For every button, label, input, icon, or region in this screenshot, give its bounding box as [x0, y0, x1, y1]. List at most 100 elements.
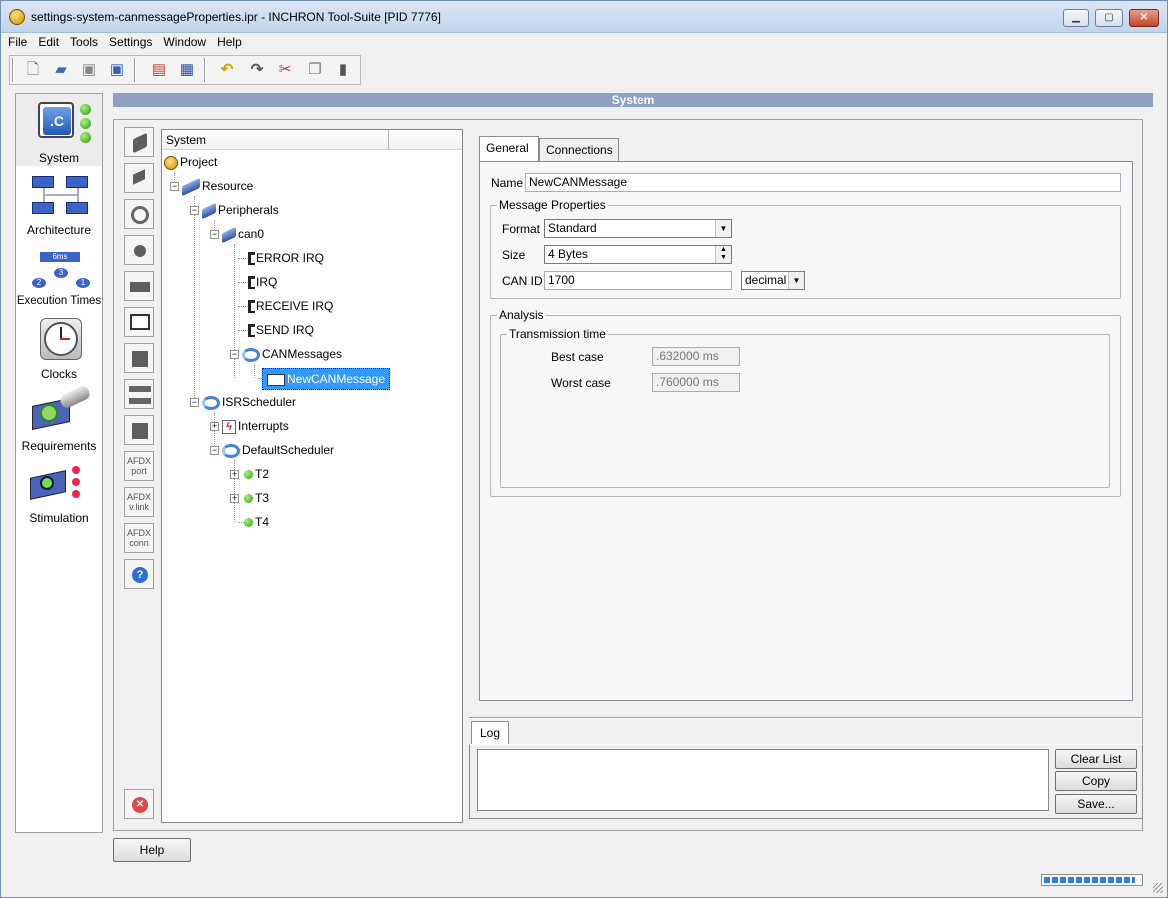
add-resource-button[interactable] — [124, 127, 154, 157]
tab-general[interactable]: General — [479, 136, 539, 162]
add-afdx-vlink-button[interactable]: AFDX v.link — [124, 487, 154, 517]
menu-tools[interactable]: Tools — [66, 33, 102, 51]
canid-field[interactable]: 1700 — [544, 271, 732, 290]
save-log-button[interactable]: Save... — [1055, 794, 1137, 814]
expander-peripherals[interactable]: − — [190, 206, 199, 215]
help-button[interactable]: Help — [113, 838, 191, 862]
tree-header: System — [162, 130, 462, 150]
tree-node-label: NewCANMessage — [287, 372, 386, 386]
undo-icon[interactable]: ↶ — [216, 59, 238, 81]
expander-resource[interactable]: − — [170, 182, 179, 191]
report-icon[interactable]: ▤ — [148, 59, 170, 81]
analysis-title: Analysis — [497, 308, 546, 322]
afdx-vlink-line2: v.link — [129, 502, 149, 512]
size-spinbox[interactable]: 4 Bytes ▲ ▼ — [544, 245, 732, 264]
memory-icon — [130, 282, 150, 292]
save-as-icon[interactable]: ▣ — [106, 59, 128, 81]
nav-execution-times[interactable]: 6ms 3 2 1 Execution Times — [16, 240, 102, 312]
tree-node-receive-irq[interactable]: RECEIVE IRQ — [248, 296, 333, 316]
format-select[interactable]: Standard ▼ — [544, 219, 732, 238]
name-field[interactable]: NewCANMessage — [525, 173, 1121, 192]
paste-icon[interactable]: ▮ — [332, 59, 354, 81]
nav-architecture[interactable]: Architecture — [16, 168, 102, 240]
tree-node-error-irq[interactable]: ERROR IRQ — [248, 248, 324, 268]
project-icon — [164, 155, 178, 170]
add-block-button[interactable] — [124, 343, 154, 373]
clear-list-button[interactable]: Clear List — [1055, 749, 1137, 769]
nav-system[interactable]: .C System — [16, 94, 102, 166]
add-peripheral-button[interactable] — [124, 163, 154, 193]
block-icon — [132, 351, 148, 367]
add-network-button[interactable] — [124, 379, 154, 409]
menu-file[interactable]: File — [4, 33, 31, 51]
resource-icon — [182, 177, 200, 197]
tree-node-isrscheduler[interactable]: ISRScheduler — [202, 392, 296, 412]
splitter[interactable] — [469, 717, 1143, 719]
menu-bar: File Edit Tools Settings Window Help — [1, 33, 1167, 53]
add-afdx-conn-button[interactable]: AFDX conn — [124, 523, 154, 553]
nav-requirements[interactable]: Requirements — [16, 384, 102, 456]
worst-case-field: .760000 ms — [652, 373, 740, 392]
expander-can0[interactable]: − — [210, 230, 219, 239]
nav-stimulation[interactable]: Stimulation — [16, 456, 102, 528]
tree-node-project[interactable]: Project — [164, 152, 217, 172]
tree-node-can0[interactable]: can0 — [222, 224, 264, 244]
nav-clocks[interactable]: Clocks — [16, 312, 102, 384]
new-file-icon[interactable]: 🗋 — [22, 59, 44, 81]
cut-icon[interactable]: ✂ — [274, 59, 296, 81]
close-button[interactable]: ✕ — [1129, 9, 1159, 27]
redo-icon[interactable]: ↷ — [246, 59, 268, 81]
menu-edit[interactable]: Edit — [34, 33, 63, 51]
open-folder-icon[interactable]: ▰ — [50, 59, 72, 81]
tree-node-irq[interactable]: IRQ — [248, 272, 277, 292]
add-task-button[interactable] — [124, 235, 154, 265]
exec-node: 2 — [32, 278, 46, 288]
tree-node-peripherals[interactable]: Peripherals — [202, 200, 279, 220]
tab-connections[interactable]: Connections — [539, 138, 619, 162]
expander-t2[interactable]: + — [230, 470, 239, 479]
tree-node-t4[interactable]: T4 — [244, 512, 269, 532]
tree-node-defaultscheduler[interactable]: DefaultScheduler — [222, 440, 334, 460]
peripheral-icon — [202, 202, 216, 220]
add-switch-button[interactable] — [124, 415, 154, 445]
save-icon[interactable]: ▣ — [78, 59, 100, 81]
maximize-button[interactable]: ▢ — [1095, 9, 1123, 27]
message-properties-title: Message Properties — [497, 198, 608, 212]
tree-node-t3[interactable]: T3 — [244, 488, 269, 508]
minimize-button[interactable]: ▁ — [1063, 9, 1089, 27]
copy-log-button[interactable]: Copy — [1055, 771, 1137, 791]
canid-base-value: decimal — [745, 273, 787, 287]
canid-base-select[interactable]: decimal ▼ — [741, 271, 805, 290]
menu-window[interactable]: Window — [159, 33, 210, 51]
tree-node-canmessages[interactable]: CANMessages — [242, 344, 342, 364]
resize-grip[interactable] — [1153, 883, 1163, 893]
add-afdx-port-button[interactable]: AFDX port — [124, 451, 154, 481]
tab-log[interactable]: Log — [471, 721, 510, 745]
tree-header-divider[interactable] — [388, 130, 389, 150]
copy-icon[interactable]: ❐ — [304, 59, 326, 81]
expander-isrscheduler[interactable]: − — [190, 398, 199, 407]
expander-t3[interactable]: + — [230, 494, 239, 503]
add-message-button[interactable] — [124, 307, 154, 337]
window-title: settings-system-canmessageProperties.ipr… — [31, 10, 441, 24]
expander-interrupts[interactable]: + — [210, 422, 219, 431]
add-scheduler-button[interactable] — [124, 199, 154, 229]
add-memory-button[interactable] — [124, 271, 154, 301]
afdx-conn-line1: AFDX — [126, 528, 151, 538]
menu-help[interactable]: Help — [213, 33, 246, 51]
tree-node-resource[interactable]: Resource — [182, 176, 253, 197]
tree-node-send-irq[interactable]: SEND IRQ — [248, 320, 314, 340]
menu-settings[interactable]: Settings — [105, 33, 156, 51]
log-output[interactable] — [477, 749, 1049, 811]
task-icon — [244, 470, 253, 480]
expander-defaultscheduler[interactable]: − — [210, 446, 219, 455]
chart-icon[interactable]: ▦ — [176, 59, 198, 81]
help-palette-button[interactable]: ? — [124, 559, 154, 589]
expander-canmessages[interactable]: − — [230, 350, 239, 359]
tree-node-interrupts[interactable]: ϟ Interrupts — [222, 416, 289, 436]
architecture-icon — [32, 172, 88, 216]
tree-node-t2[interactable]: T2 — [244, 464, 269, 484]
network-icon — [129, 386, 151, 404]
delete-button[interactable]: ✕ — [124, 789, 154, 819]
tree-node-newcanmessage[interactable]: NewCANMessage — [262, 368, 390, 390]
